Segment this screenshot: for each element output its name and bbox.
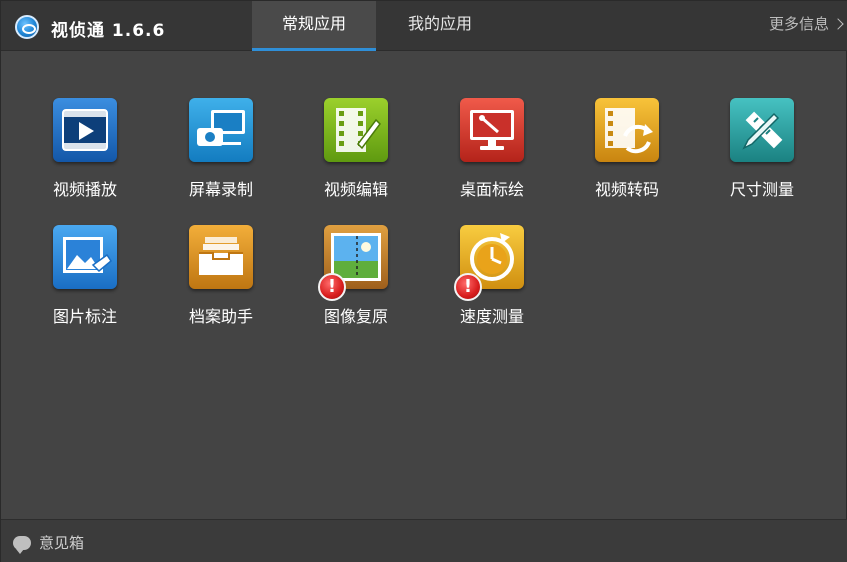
app-label: 档案助手 [188, 307, 253, 326]
tab-common-apps[interactable]: 常规应用 [252, 1, 376, 51]
app-label: 屏幕录制 [188, 180, 253, 199]
app-image-annotate[interactable]: 图片标注 [26, 225, 136, 335]
desktop-draw-icon [460, 98, 524, 162]
app-label: 图片标注 [52, 307, 117, 326]
feedback-label: 意见箱 [39, 534, 85, 552]
app-screen-record[interactable]: 屏幕录制 [162, 98, 272, 208]
app-window: 视侦通 1.6.6 常规应用 我的应用 更多信息 视频播放 屏幕录制 视频编辑 … [0, 0, 847, 562]
app-video-edit[interactable]: 视频编辑 [297, 98, 407, 208]
app-label: 桌面标绘 [459, 180, 524, 199]
chat-bubble-icon [13, 536, 31, 554]
feedback-button[interactable]: 意见箱 [13, 532, 85, 554]
image-annotate-icon [53, 225, 117, 289]
footer-bar: 意见箱 [1, 519, 847, 562]
tab-my-apps[interactable]: 我的应用 [381, 1, 499, 51]
app-speed-measure[interactable]: ! 速度测量 [433, 225, 543, 335]
screen-record-icon [189, 98, 253, 162]
warning-icon: ! [318, 273, 346, 301]
chevron-right-icon [832, 18, 844, 30]
app-archive-assistant[interactable]: 档案助手 [162, 225, 272, 335]
app-label: 视频播放 [52, 180, 117, 199]
more-info-link[interactable]: 更多信息 [768, 13, 844, 34]
app-size-measure[interactable]: 尺寸测量 [703, 98, 813, 208]
warning-icon: ! [454, 273, 482, 301]
app-label: 视频编辑 [323, 180, 388, 199]
video-edit-icon [324, 98, 388, 162]
app-grid: 视频播放 屏幕录制 视频编辑 桌面标绘 视频转码 尺寸测量 图片标注 档案助手 … [1, 51, 847, 519]
video-play-icon [53, 98, 117, 162]
size-measure-icon [730, 98, 794, 162]
video-transcode-icon [595, 98, 659, 162]
app-video-play[interactable]: 视频播放 [26, 98, 136, 208]
app-image-restore[interactable]: ! 图像复原 [297, 225, 407, 335]
app-label: 速度测量 [459, 307, 524, 326]
archive-assistant-icon [189, 225, 253, 289]
app-title: 视侦通 1.6.6 [51, 21, 166, 41]
app-label: 图像复原 [323, 307, 388, 326]
more-info-label: 更多信息 [768, 15, 829, 33]
app-logo-icon [15, 15, 39, 39]
app-label: 尺寸测量 [729, 180, 794, 199]
app-video-transcode[interactable]: 视频转码 [568, 98, 678, 208]
title-bar: 视侦通 1.6.6 常规应用 我的应用 更多信息 [1, 1, 847, 51]
app-label: 视频转码 [594, 180, 659, 199]
app-desktop-draw[interactable]: 桌面标绘 [433, 98, 543, 208]
